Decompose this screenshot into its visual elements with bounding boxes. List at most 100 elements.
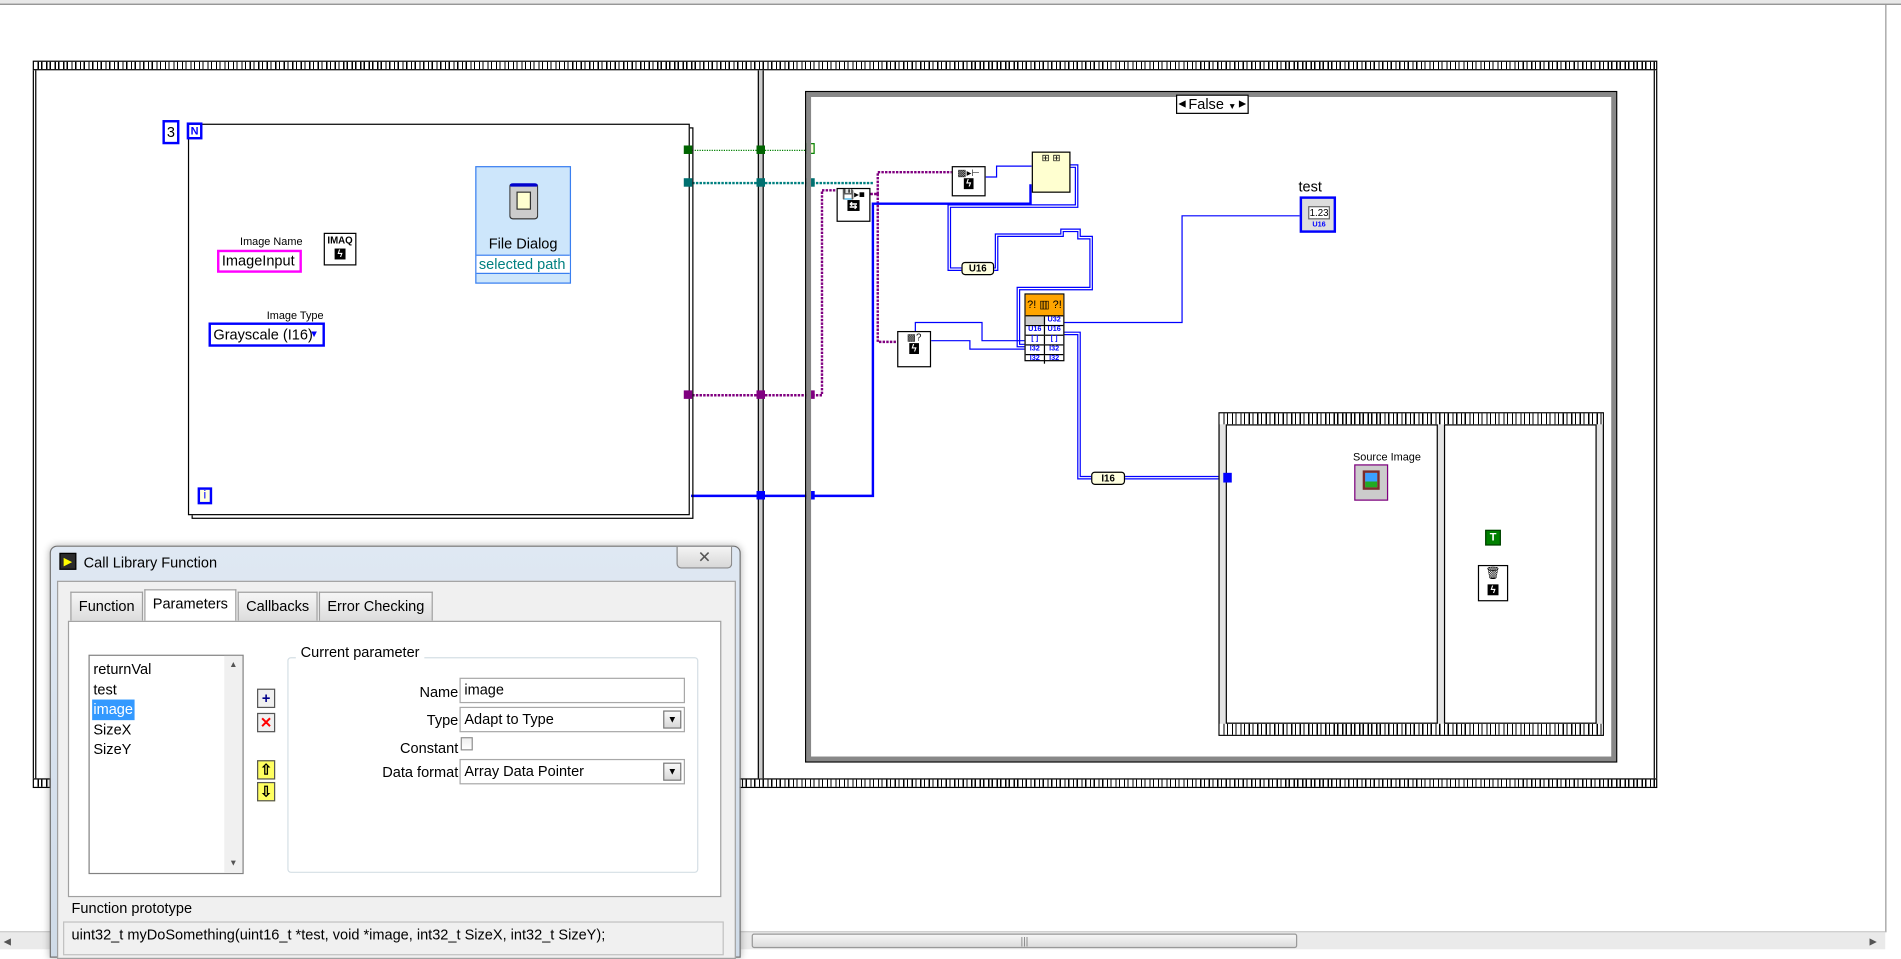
imaq-read-file-node[interactable]: 💾▸■ ⇆ [836,187,871,222]
move-up-button[interactable]: ⇧ [257,760,276,780]
source-image-indicator[interactable] [1354,464,1389,501]
data-format-select[interactable]: Array Data Pointer ▼ [459,758,685,785]
type-value: Adapt to Type [464,710,554,728]
imaq-get-image-size-node[interactable]: ▩? ϟ [897,330,932,368]
clf-terminal: I32 [1026,345,1046,355]
imaq-get-image-pixel-ptr-node[interactable]: ▩▸⊢ ϟ [951,166,986,197]
close-button[interactable]: ✕ [676,546,733,569]
array-node[interactable]: ⊞ ⊞ [1031,151,1071,193]
dropdown-arrow-icon[interactable]: ▼ [1228,103,1236,111]
clf-terminal: U32 [1047,316,1061,324]
image-type-label: Image Type [266,309,324,322]
image-type-value: Grayscale (I16) [213,326,313,344]
selected-path-output[interactable]: selected path [476,254,570,274]
type-select[interactable]: Adapt to Type ▼ [459,706,685,733]
iteration-terminal[interactable]: i [197,487,213,505]
clf-terminal: U16 [1047,326,1061,334]
i16-conversion-node[interactable]: I16 [1091,471,1126,485]
scroll-down-icon[interactable]: ▼ [224,860,242,868]
grid-icon: ⊞ ⊞ [1041,152,1061,164]
add-parameter-button[interactable]: + [257,688,276,709]
film-border [1219,413,1603,425]
i16-tunnel [1223,472,1232,483]
imaq-label: IMAQ [327,235,353,247]
scrollbar-thumb[interactable]: ||| [751,933,1298,949]
list-item[interactable]: SizeX [93,720,151,740]
loop-count-terminal[interactable]: N [186,122,203,140]
flat-sequence-left [32,70,37,779]
constant-label: Constant [400,739,459,757]
film-border [1219,723,1603,735]
file-dialog-icon [509,183,539,220]
dropdown-arrow-icon: ▼ [663,762,682,781]
imaq-create-node[interactable]: IMAQ ϟ [323,232,357,266]
data-format-value: Array Data Pointer [464,762,585,780]
prototype-label: Function prototype [71,899,193,917]
save-disk-icon: 💾▸■ [842,189,865,201]
list-item[interactable]: returnVal [93,660,151,680]
file-dialog-title: File Dialog [488,235,558,253]
tab-error-checking[interactable]: Error Checking [318,591,433,621]
list-item[interactable]: test [93,680,151,700]
list-item-selected[interactable]: image [92,699,135,720]
close-icon: ✕ [697,547,711,567]
sequence-frame-2 [1443,424,1597,724]
index-tunnel [756,491,766,500]
scroll-up-icon[interactable]: ▲ [224,661,242,669]
name-label: Name [419,683,459,701]
tab-function[interactable]: Function [70,591,144,621]
clf-terminal: U16 [1026,326,1046,335]
image-type-constant[interactable]: Grayscale (I16) ▼ [208,322,325,347]
decrement-arrow-icon[interactable]: ◀ [1178,96,1185,113]
loop-count-constant[interactable]: 3 [162,120,180,145]
true-constant[interactable]: T [1485,529,1501,546]
bool-tunnel [756,145,766,154]
case-selector[interactable]: ◀ False ▼ ▶ [1175,94,1249,114]
dialog-title: Call Library Function [83,554,218,572]
type-label: Type [426,711,459,729]
imaq-dispose-node[interactable]: 🗑 ϟ [1477,564,1509,602]
image-size-icon: ▩? [906,332,922,344]
flat-sequence-right [1653,70,1658,779]
delete-x-icon: ✕ [260,714,273,732]
case-selector-value: False [1188,95,1224,113]
plus-icon: + [261,689,271,707]
lightning-icon: ϟ [335,248,346,260]
tab-parameters[interactable]: Parameters [144,589,237,622]
image-tunnel [756,390,766,399]
for-loop[interactable] [187,123,690,516]
data-format-label: Data format [382,763,459,781]
delete-parameter-button[interactable]: ✕ [257,712,276,733]
dropdown-arrow-icon: ▼ [663,710,682,729]
call-library-function-node[interactable]: ?! ▥ ?! U32 U16 U16 [ ][ ] I32 I32 I32 I32 [1024,293,1065,364]
flat-sequence-top-border [32,60,1658,71]
parameter-items: returnVal test image SizeX SizeY [92,660,151,760]
list-item[interactable]: SizeY [93,740,151,760]
name-input[interactable]: image [459,677,685,704]
library-icon: ?! ▥ ?! [1025,294,1064,317]
labview-app-icon: ▶ [59,552,77,570]
group-title: Current parameter [295,643,425,661]
increment-arrow-icon[interactable]: ▶ [1239,96,1246,113]
constant-checkbox[interactable] [460,737,473,751]
trash-icon: 🗑 [1485,567,1501,581]
clf-terminal: I32 [1049,345,1060,353]
tab-callbacks[interactable]: Callbacks [237,591,318,621]
clf-terminal: [ ] [1026,335,1046,345]
move-down-button[interactable]: ⇩ [257,781,276,802]
image-name-label: Image Name [240,235,303,248]
path-tunnel [756,178,766,187]
parameter-list[interactable]: ▲ ▼ returnVal test image SizeX SizeY [88,654,244,875]
clf-terminal: I32 [1026,355,1046,364]
image-name-constant[interactable]: ImageInput [217,249,302,273]
test-indicator[interactable]: 1.23 U16 [1299,196,1337,233]
arrow-up-icon: ⇧ [260,761,273,779]
scroll-right-icon[interactable]: ▶ [1869,936,1876,947]
picture-icon [1362,470,1380,490]
scroll-left-icon[interactable]: ◀ [4,936,11,947]
flat-sequence-divider[interactable] [757,70,764,779]
block-diagram-window: 3 N i Image Name ImageInput IMAQ ϟ Image … [0,0,1901,959]
file-dialog-express-vi[interactable]: File Dialog selected path [475,166,572,284]
u16-conversion-node[interactable]: U16 [961,261,995,276]
list-scrollbar[interactable]: ▲ ▼ [224,655,243,873]
